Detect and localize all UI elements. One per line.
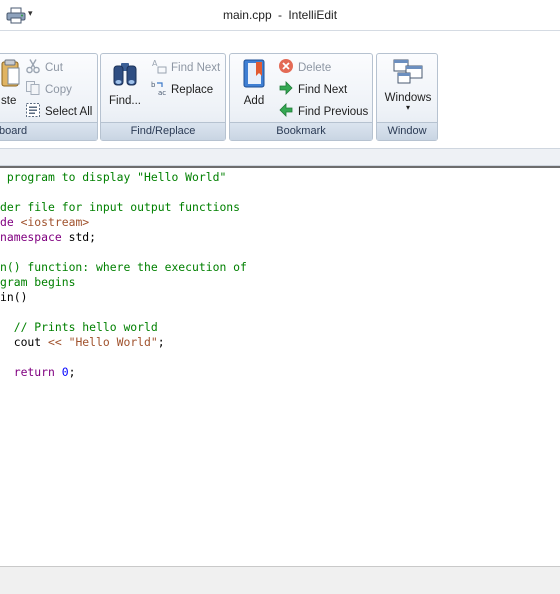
paste-label: ste [1,95,17,107]
svg-text:ac: ac [158,89,166,96]
status-bar [0,566,560,594]
windows-button[interactable]: Windows ▾ [380,58,436,112]
code-token: gram begins [0,275,76,289]
chevron-down-icon: ▾ [405,103,410,112]
code-token: n() function: where the execution of [0,260,247,274]
code-token: ; [68,365,76,379]
cut-button[interactable]: Cut [25,58,63,78]
cut-label: Cut [45,62,63,74]
arrow-right-icon [279,81,293,95]
code-token: ; [157,335,165,349]
clipboard-group-label: board [0,122,97,140]
replace-label: Replace [171,84,214,96]
app-name: IntelliEdit [288,8,338,22]
find-next-icon: A [152,59,167,74]
paste-icon [1,59,20,87]
select-all-icon [26,103,40,117]
ribbon: ste Cut Copy Select All board Find... A … [0,30,560,149]
bookmark-group: Add Delete Find Next Find Previous Bookm… [229,53,373,141]
code-line[interactable]: namespace std; [0,230,96,245]
ribbon-bottom-bar [0,148,560,166]
delete-bookmark-button[interactable]: Delete [278,58,331,78]
code-token: program to display "Hello World" [0,170,227,184]
code-editor[interactable]: program to display "Hello World" der file… [0,166,560,567]
code-token: de [0,215,21,229]
windows-icon [393,59,423,84]
replace-icon: b ac [151,81,166,96]
code-line[interactable]: in() [0,290,27,305]
add-bookmark-button[interactable]: Add [236,58,272,107]
find-label: Find... [109,95,141,107]
find-next-button[interactable]: A Find Next [151,58,220,78]
code-line[interactable]: cout << "Hello World"; [0,335,165,350]
code-token: 0 [61,365,69,379]
clipboard-group: ste Cut Copy Select All board [0,53,98,141]
window-title: main.cpp - IntelliEdit [0,8,560,22]
previous-bookmark-button[interactable]: Find Previous [278,102,368,122]
code-token: "Hello World" [68,335,158,349]
scissors-icon [26,59,40,74]
copy-label: Copy [45,84,72,96]
code-line[interactable]: gram begins [0,275,75,290]
code-line[interactable]: n() function: where the execution of [0,260,247,275]
code-line[interactable]: return 0; [0,365,76,380]
delete-bookmark-label: Delete [298,62,332,74]
replace-button[interactable]: b ac Replace [151,80,213,100]
code-line[interactable]: program to display "Hello World" [0,170,226,185]
code-line[interactable]: de <iostream> [0,215,89,230]
bookmark-add-icon [243,59,265,88]
code-token: in() [0,290,28,304]
svg-text:A: A [152,59,158,68]
svg-text:b: b [151,81,156,89]
add-bookmark-label: Add [243,95,265,107]
code-token: der file for input output functions [0,200,241,214]
find-next-label: Find Next [171,62,221,74]
select-all-button[interactable]: Select All [25,102,92,122]
next-bookmark-label: Find Next [298,84,348,96]
window-group-label: Window [377,122,437,140]
find-replace-group: Find... A Find Next b ac Replace Find/Re… [100,53,226,141]
copy-icon [26,81,40,95]
code-token: << [48,335,62,349]
code-token: namespace [0,230,62,244]
code-token: <iostream> [20,215,90,229]
binoculars-icon [113,63,137,86]
code-token: // Prints hello world [0,320,158,334]
file-name: main.cpp [222,8,272,22]
next-bookmark-button[interactable]: Find Next [278,80,347,100]
select-all-label: Select All [45,106,93,118]
code-token: std; [61,230,97,244]
paste-button[interactable]: ste [0,58,21,107]
delete-icon [279,59,293,73]
copy-button[interactable]: Copy [25,80,72,100]
code-token: return [13,365,55,379]
bookmark-group-label: Bookmark [230,122,372,140]
window-group: Windows ▾ Window [376,53,438,141]
title-bar: ▾ main.cpp - IntelliEdit [0,0,560,30]
code-line[interactable]: der file for input output functions [0,200,240,215]
code-line[interactable]: // Prints hello world [0,320,158,335]
title-separator: - [278,8,282,22]
arrow-left-icon [279,103,293,117]
find-replace-group-label: Find/Replace [101,122,225,140]
find-button[interactable]: Find... [107,60,143,107]
code-token: cout [0,335,49,349]
previous-bookmark-label: Find Previous [298,106,369,118]
